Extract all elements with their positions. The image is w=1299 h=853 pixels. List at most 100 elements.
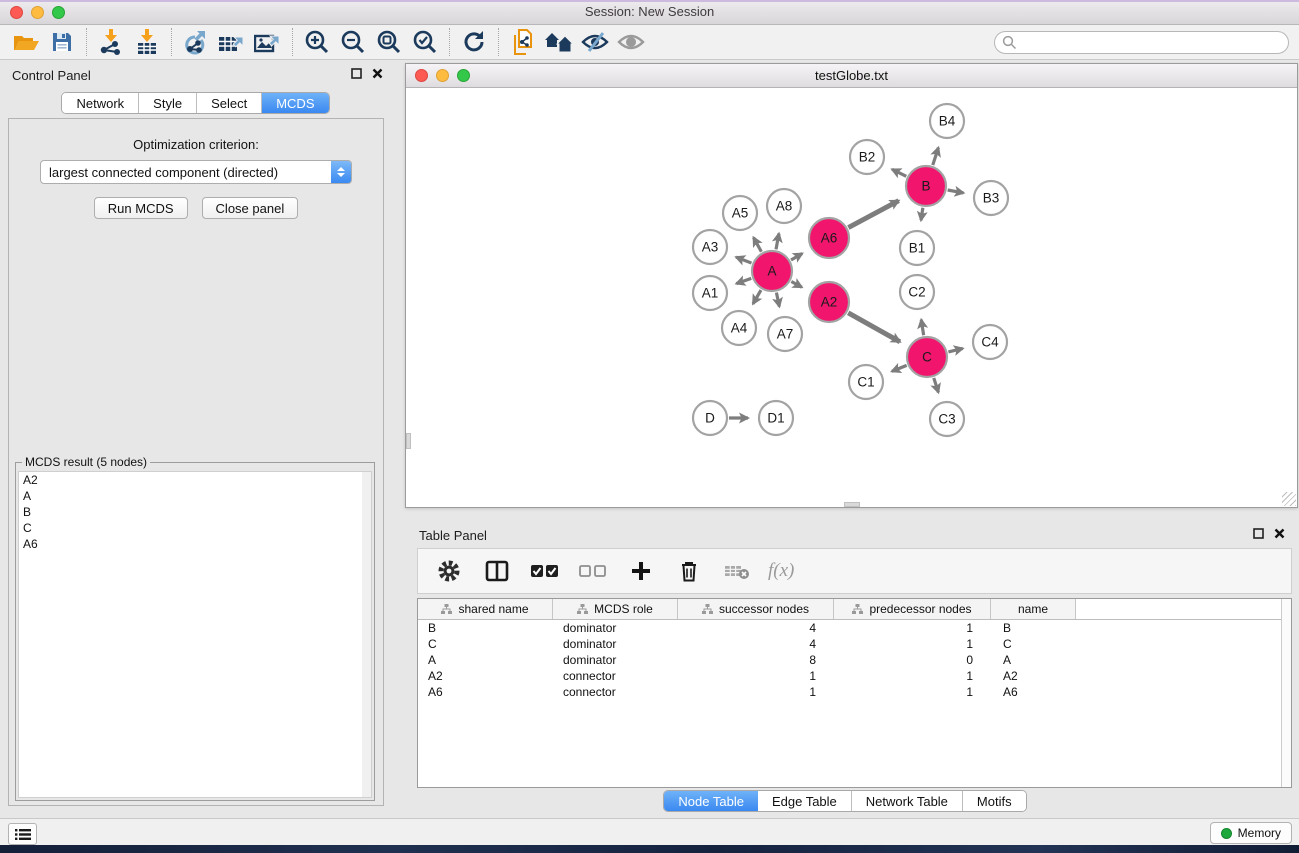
network-canvas[interactable]: AA1A2A3A4A5A6A7A8BB1B2B3B4CC1C2C3C4DD1 [406,88,1297,507]
search-input[interactable] [1017,32,1288,53]
tab-motifs[interactable]: Motifs [963,791,1026,811]
zoom-out-icon[interactable] [335,27,371,57]
table-cell: dominator [553,653,678,667]
mcds-result-item[interactable]: C [19,520,371,536]
tree-icon [577,604,588,615]
tab-network-table[interactable]: Network Table [852,791,963,811]
graph-edge-C-C3[interactable] [934,378,939,392]
delete-icon[interactable] [672,554,706,588]
save-session-icon[interactable] [44,27,80,57]
column-header-successor-nodes[interactable]: successor nodes [678,599,834,619]
split-view-icon[interactable] [480,554,514,588]
mcds-result-item[interactable]: A [19,488,371,504]
import-table-icon[interactable] [129,27,165,57]
status-bar: Memory [0,818,1299,845]
duplicate-network-icon[interactable] [505,27,541,57]
node-table: shared nameMCDS rolesuccessor nodesprede… [417,598,1292,788]
tab-select[interactable]: Select [197,93,262,113]
memory-button[interactable]: Memory [1210,822,1292,844]
task-history-button[interactable] [8,823,37,845]
graph-edge-C-C4[interactable] [948,348,962,351]
import-network-icon[interactable] [93,27,129,57]
graph-edge-A-A1[interactable] [736,278,751,283]
graph-edge-B-B3[interactable] [948,190,964,193]
mcds-result-item[interactable]: A6 [19,536,371,552]
column-header-MCDS-role[interactable]: MCDS role [553,599,678,619]
add-column-icon[interactable] [624,554,658,588]
tab-edge-table[interactable]: Edge Table [758,791,852,811]
float-panel-icon[interactable] [351,68,362,79]
table-body: Bdominator41BCdominator41CAdominator80AA… [418,620,1291,700]
open-file-icon[interactable] [8,27,44,57]
table-row[interactable]: A6connector11A6 [418,684,1291,700]
export-image-icon[interactable] [250,27,286,57]
graph-node-label: C3 [938,412,955,427]
graph-edge-B-B1[interactable] [921,208,923,221]
zoom-selected-icon[interactable] [407,27,443,57]
graph-edge-A-A8[interactable] [776,234,779,250]
graph-edge-A-A6[interactable] [791,254,802,260]
select-all-icon[interactable] [528,554,562,588]
table-row[interactable]: Adominator80A [418,652,1291,668]
mcds-result-list[interactable]: A2ABCA6 [18,471,372,798]
run-mcds-button[interactable]: Run MCDS [94,197,188,219]
toolbar-separator [292,28,293,56]
graph-edge-A-A3[interactable] [736,257,751,263]
table-row[interactable]: A2connector11A2 [418,668,1291,684]
show-details-icon[interactable] [613,27,649,57]
table-toolbar: f(x) [417,548,1292,594]
graph-edge-C-C2[interactable] [921,320,923,336]
tab-network[interactable]: Network [62,93,139,113]
graph-edge-A-A4[interactable] [753,290,761,304]
export-network-icon[interactable] [178,27,214,57]
refresh-icon[interactable] [456,27,492,57]
column-header-shared-name[interactable]: shared name [418,599,553,619]
graph-edge-A-A5[interactable] [754,238,762,252]
table-scrollbar-track[interactable] [1281,599,1291,787]
home-overview-icon[interactable] [541,27,577,57]
scrollbar-fragment[interactable] [406,433,411,449]
close-panel-icon[interactable] [372,68,383,79]
table-row[interactable]: Bdominator41B [418,620,1291,636]
zoom-fit-icon[interactable] [371,27,407,57]
graph-edge-B-B2[interactable] [892,169,906,176]
float-panel-icon[interactable] [1253,528,1264,539]
tab-mcds[interactable]: MCDS [262,93,328,113]
deselect-all-icon[interactable] [576,554,610,588]
table-tabs: Node TableEdge TableNetwork TableMotifs [663,790,1026,812]
hide-details-icon[interactable] [577,27,613,57]
gear-icon[interactable] [432,554,466,588]
delete-table-icon[interactable] [720,554,754,588]
graph-edge-A-A7[interactable] [776,293,779,307]
table-header-row: shared nameMCDS rolesuccessor nodesprede… [418,599,1291,620]
close-panel-icon[interactable] [1274,528,1285,539]
graph-edge-B-B4[interactable] [933,148,939,165]
table-row[interactable]: Cdominator41C [418,636,1291,652]
network-view-window: testGlobe.txt AA1A2A3A4A5A6A7A8BB1B2B3B4… [405,63,1298,508]
scrollbar-fragment[interactable] [844,502,860,507]
tab-style[interactable]: Style [139,93,197,113]
search-field[interactable] [994,31,1289,54]
graph-edge-C-C1[interactable] [892,365,907,371]
toolbar-separator [449,28,450,56]
network-window-titlebar[interactable]: testGlobe.txt [406,64,1297,88]
table-panel-title: Table Panel [419,528,487,543]
scrollbar-track[interactable] [362,472,371,797]
column-header-predecessor-nodes[interactable]: predecessor nodes [834,599,991,619]
graph-edge-A-A2[interactable] [791,282,801,288]
table-cell: 0 [834,653,991,667]
criterion-dropdown[interactable]: largest connected component (directed) [40,160,352,184]
mcds-result-item[interactable]: A2 [19,472,371,488]
table-cell: 4 [678,621,834,635]
close-panel-button[interactable]: Close panel [202,197,299,219]
export-table-icon[interactable] [214,27,250,57]
column-header-name[interactable]: name [991,599,1076,619]
table-cell: A [991,653,1076,667]
graph-edge-A2-C[interactable] [848,313,900,342]
table-cell: 1 [834,669,991,683]
graph-edge-A6-B[interactable] [848,201,898,228]
resize-grip[interactable] [1282,492,1296,506]
zoom-in-icon[interactable] [299,27,335,57]
mcds-result-item[interactable]: B [19,504,371,520]
tab-node-table[interactable]: Node Table [664,791,758,811]
